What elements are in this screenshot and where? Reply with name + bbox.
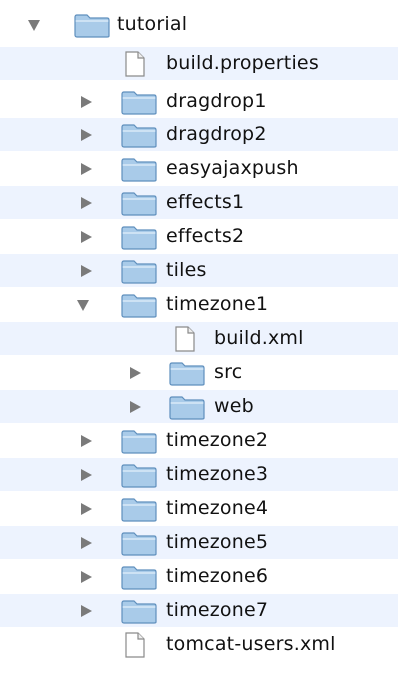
disclosure-triangle-icon[interactable] [81,231,92,243]
tree-item-label: build.xml [214,327,304,349]
tree-item-label: effects2 [166,225,245,247]
tree-item-label: build.properties [166,52,319,74]
disclosure-triangle-icon[interactable] [81,265,92,277]
disclosure-triangle-icon[interactable] [81,435,92,447]
tree-row-effects1[interactable]: effects1 [0,186,398,219]
folder-icon [169,394,205,425]
folder-icon [121,462,157,493]
tree-row-timezone4[interactable]: timezone4 [0,492,398,525]
tree-row-easyajaxpush[interactable]: easyajaxpush [0,152,398,185]
disclosure-triangle-icon[interactable] [81,469,92,481]
disclosure-triangle-icon[interactable] [77,300,89,311]
folder-icon [121,224,157,255]
folder-icon [169,360,205,391]
tree-row-web[interactable]: web [0,390,398,423]
tree-item-label: dragdrop1 [166,90,267,112]
disclosure-triangle-icon[interactable] [81,129,92,141]
disclosure-triangle-icon[interactable] [81,197,92,209]
tree-item-label: tiles [166,259,207,281]
tree-item-label: easyajaxpush [166,157,299,179]
tree-item-label: dragdrop2 [166,123,267,145]
folder-icon [121,190,157,221]
tree-row-src[interactable]: src [0,356,398,389]
folder-icon [121,89,157,120]
tree-row-dragdrop2[interactable]: dragdrop2 [0,118,398,151]
tree-row-effects2[interactable]: effects2 [0,220,398,253]
tree-item-label: web [214,395,254,417]
tree-row-dragdrop1[interactable]: dragdrop1 [0,85,398,118]
tree-item-label: tomcat-users.xml [166,633,336,655]
tree-row-timezone1[interactable]: timezone1 [0,288,398,321]
tree-item-label: timezone1 [166,293,269,315]
tree-row-timezone5[interactable]: timezone5 [0,526,398,559]
document-icon [124,51,146,82]
tree-row-timezone7[interactable]: timezone7 [0,594,398,627]
document-icon [124,632,146,663]
tree-row-tomcat-users-xml[interactable]: tomcat-users.xml [0,628,398,661]
folder-icon [121,530,157,561]
tree-item-label: timezone2 [166,429,269,451]
folder-icon [121,258,157,289]
disclosure-triangle-icon[interactable] [81,163,92,175]
tree-item-label: effects1 [166,191,245,213]
tree-row-timezone3[interactable]: timezone3 [0,458,398,491]
tree-item-label: tutorial [117,13,188,35]
document-icon [174,326,196,357]
tree-item-label: timezone7 [166,599,269,621]
tree-row-build-properties[interactable]: build.properties [0,47,398,80]
folder-icon [121,564,157,595]
folder-icon [121,598,157,629]
tree-row-tutorial[interactable]: tutorial [0,8,398,41]
tree-item-label: timezone3 [166,463,269,485]
tree-item-label: timezone4 [166,497,269,519]
folder-icon [121,122,157,153]
tree-row-build-xml[interactable]: build.xml [0,322,398,355]
folder-icon [121,428,157,459]
disclosure-triangle-icon[interactable] [130,367,141,379]
folder-icon [121,496,157,527]
disclosure-triangle-icon[interactable] [130,401,141,413]
disclosure-triangle-icon[interactable] [81,96,92,108]
tree-row-timezone6[interactable]: timezone6 [0,560,398,593]
file-tree: tutorial build.properties dragdrop1 drag… [0,0,398,689]
folder-icon [121,156,157,187]
tree-row-timezone2[interactable]: timezone2 [0,424,398,457]
tree-item-label: timezone6 [166,565,269,587]
disclosure-triangle-icon[interactable] [81,537,92,549]
disclosure-triangle-icon[interactable] [28,20,40,31]
folder-icon [121,292,157,323]
disclosure-triangle-icon[interactable] [81,571,92,583]
disclosure-triangle-icon[interactable] [81,605,92,617]
tree-item-label: timezone5 [166,531,269,553]
disclosure-triangle-icon[interactable] [81,503,92,515]
tree-item-label: src [214,361,243,383]
folder-icon [74,12,110,43]
tree-row-tiles[interactable]: tiles [0,254,398,287]
